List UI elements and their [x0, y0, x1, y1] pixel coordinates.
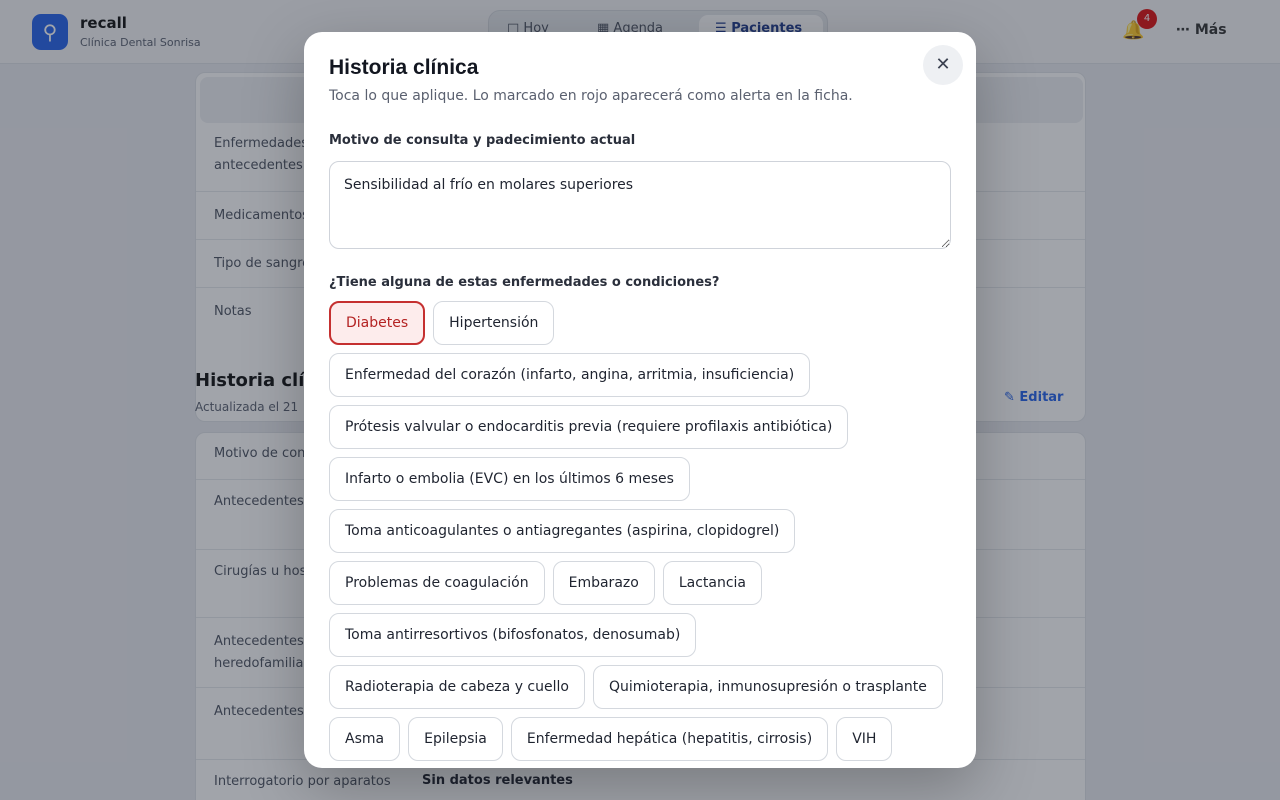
motivo-textarea[interactable]: Sensibilidad al frío en molares superior… — [329, 161, 951, 249]
chip-row: Asma Epilepsia Enfermedad hepática (hepati… — [329, 717, 959, 761]
condition-chip[interactable]: Infarto o embolia (EVC) en los últimos 6… — [329, 457, 690, 501]
close-button[interactable]: ✕ — [923, 45, 963, 85]
modal-subtitle: Toca lo que aplique. Lo marcado en rojo … — [329, 88, 853, 104]
condition-chip[interactable]: Hipertensión — [433, 301, 555, 345]
chip-row: Prótesis valvular o endocarditis previa … — [329, 405, 959, 449]
condition-chip[interactable]: Toma anticoagulantes o antiagregantes (a… — [329, 509, 796, 553]
condition-chip-selected[interactable]: Diabetes — [329, 301, 426, 345]
condition-chip[interactable]: VIH — [836, 717, 893, 761]
chip-row: Radioterapia de cabeza y cuello Quimioter… — [329, 665, 959, 709]
condition-chip[interactable]: Prótesis valvular o endocarditis previa … — [329, 405, 849, 449]
condition-chip[interactable]: Radioterapia de cabeza y cuello — [329, 665, 585, 709]
condition-chip[interactable]: Asma — [329, 717, 401, 761]
conditions-chip-list: Diabetes Hipertensión Enfermedad del coraz… — [329, 301, 959, 768]
condition-chip[interactable]: Quimioterapia, inmunosupresión o traspla… — [592, 665, 943, 709]
conditions-label: ¿Tiene alguna de estas enfermedades o co… — [329, 275, 720, 290]
chip-row: Toma antirresortivos (bifosfonatos, deno… — [329, 613, 959, 657]
condition-chip[interactable]: Lactancia — [662, 561, 762, 605]
close-icon: ✕ — [935, 54, 951, 75]
chip-row: Infarto o embolia (EVC) en los últimos 6… — [329, 457, 959, 501]
condition-chip[interactable]: Enfermedad hepática (hepatitis, cirrosis… — [510, 717, 829, 761]
condition-chip[interactable]: Epilepsia — [408, 717, 503, 761]
motivo-label: Motivo de consulta y padecimiento actual — [329, 133, 636, 148]
chip-row: Diabetes Hipertensión — [329, 301, 959, 345]
condition-chip[interactable]: Embarazo — [552, 561, 655, 605]
clinical-history-modal: Historia clínica Toca lo que aplique. Lo… — [304, 32, 976, 768]
chip-row: Problemas de coagulación Embarazo Lactanci… — [329, 561, 959, 605]
chip-row: Toma anticoagulantes o antiagregantes (a… — [329, 509, 959, 553]
condition-chip[interactable]: Problemas de coagulación — [329, 561, 545, 605]
modal-title: Historia clínica — [329, 56, 479, 79]
condition-chip[interactable]: Toma antirresortivos (bifosfonatos, deno… — [329, 613, 697, 657]
condition-chip[interactable]: Enfermedad del corazón (infarto, angina,… — [329, 353, 811, 397]
chip-row: Enfermedad del corazón (infarto, angina,… — [329, 353, 959, 397]
